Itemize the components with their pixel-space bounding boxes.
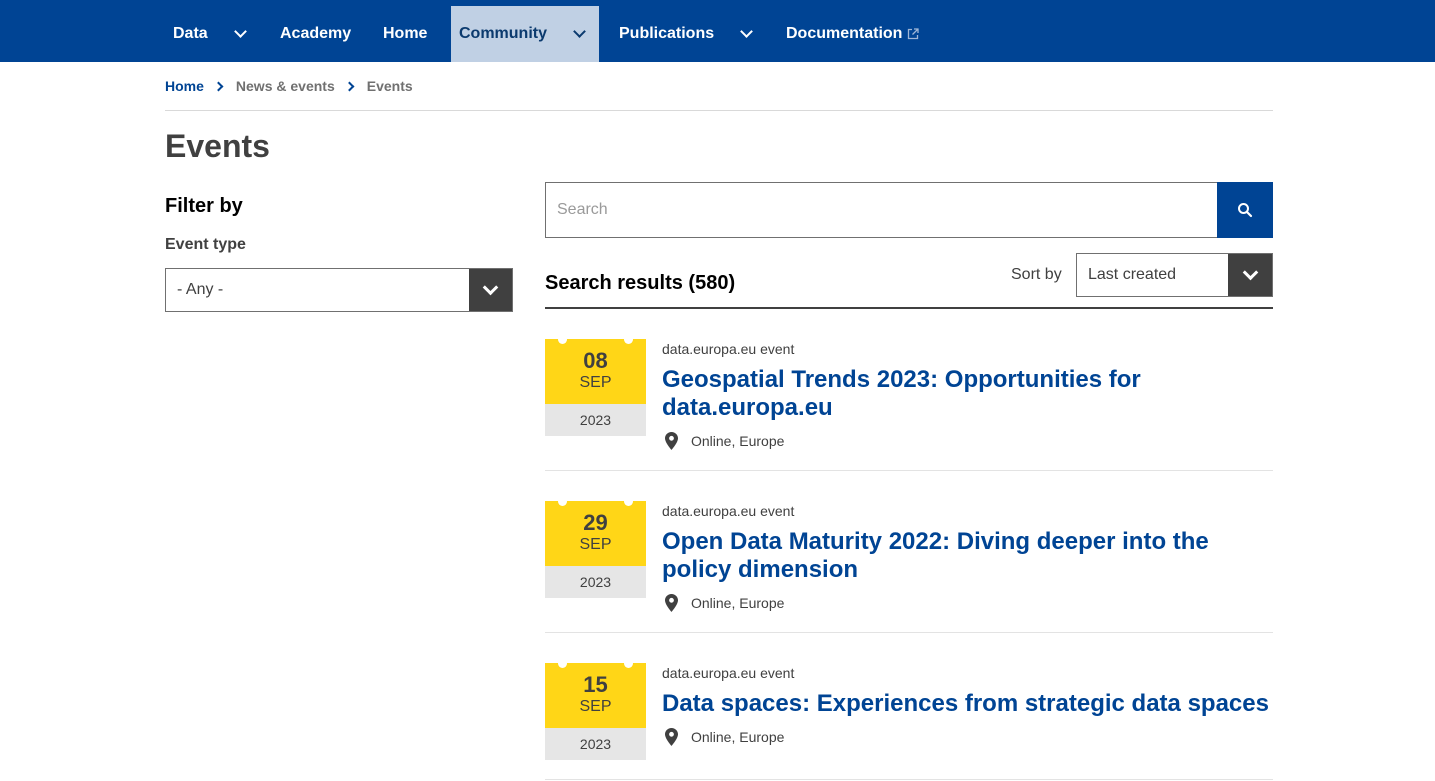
event-location: Online, Europe xyxy=(665,728,784,746)
event-type: data.europa.eu event xyxy=(662,341,795,357)
chevron-down-icon[interactable] xyxy=(573,25,586,38)
event-type: data.europa.eu event xyxy=(662,665,795,681)
nav-item-publications[interactable]: Publications xyxy=(611,6,759,62)
event-month: SEP xyxy=(579,536,612,553)
nav-item-community[interactable]: Community xyxy=(451,6,599,62)
event-location-text: Online, Europe xyxy=(691,595,785,611)
sort-label: Sort by xyxy=(1011,266,1062,283)
sort-select[interactable]: Last created xyxy=(1076,253,1273,297)
map-pin-icon xyxy=(665,594,678,612)
divider xyxy=(545,632,1273,633)
divider xyxy=(545,307,1273,309)
event-day: 08 xyxy=(583,348,608,373)
breadcrumb-home[interactable]: Home xyxy=(165,78,204,94)
chevron-down-icon[interactable] xyxy=(740,25,753,38)
nav-item-label: Academy xyxy=(280,25,352,42)
sort-value: Last created xyxy=(1088,266,1177,283)
map-pin-icon xyxy=(665,728,678,746)
filter-title: Filter by xyxy=(165,195,243,217)
event-item: 08 SEP 2023 data.europa.eu event Geospat… xyxy=(545,335,1273,471)
event-year: 2023 xyxy=(545,404,646,436)
breadcrumb: Home News & events Events xyxy=(165,78,413,94)
breadcrumb-current: Events xyxy=(366,78,413,94)
event-month: SEP xyxy=(579,698,612,715)
date-badge: 29 SEP 2023 xyxy=(545,497,646,598)
map-pin-icon xyxy=(665,432,678,450)
event-location-text: Online, Europe xyxy=(691,729,785,745)
breadcrumb-news-events[interactable]: News & events xyxy=(236,78,335,94)
search-input[interactable] xyxy=(545,182,1217,238)
external-link-icon xyxy=(908,28,920,40)
event-day: 15 xyxy=(583,672,608,697)
event-type-label: Event type xyxy=(165,236,246,253)
nav-item-documentation[interactable]: Documentation xyxy=(778,6,927,62)
chevron-down-icon xyxy=(482,279,499,295)
event-location-text: Online, Europe xyxy=(691,433,785,449)
chevron-down-icon[interactable] xyxy=(233,25,247,38)
chevron-right-icon xyxy=(344,81,355,91)
event-year: 2023 xyxy=(545,728,646,760)
page-title: Events xyxy=(165,128,270,164)
divider xyxy=(165,110,1273,111)
nav-item-data[interactable]: Data xyxy=(165,6,261,62)
search-button[interactable] xyxy=(1217,182,1273,238)
divider xyxy=(545,470,1273,471)
event-location: Online, Europe xyxy=(665,432,784,450)
event-item: 15 SEP 2023 data.europa.eu event Data sp… xyxy=(545,659,1273,781)
top-navigation: Data Academy Home Community Publications… xyxy=(0,0,1435,62)
date-badge: 15 SEP 2023 xyxy=(545,659,646,760)
nav-item-label: Publications xyxy=(619,25,715,42)
divider xyxy=(545,779,1273,780)
event-title-link[interactable]: Geospatial Trends 2023: Opportunities fo… xyxy=(662,366,1277,422)
dropdown-button[interactable] xyxy=(1228,254,1272,296)
search-icon xyxy=(1238,203,1253,218)
event-type-value: - Any - xyxy=(177,281,224,298)
nav-item-label: Data xyxy=(173,25,208,42)
event-year: 2023 xyxy=(545,566,646,598)
event-location: Online, Europe xyxy=(665,594,784,612)
event-title-link[interactable]: Open Data Maturity 2022: Diving deeper i… xyxy=(662,528,1277,584)
nav-item-home[interactable]: Home xyxy=(375,6,435,62)
dropdown-button[interactable] xyxy=(469,269,512,311)
nav-item-academy[interactable]: Academy xyxy=(272,6,359,62)
event-item: 29 SEP 2023 data.europa.eu event Open Da… xyxy=(545,497,1273,633)
nav-item-label: Home xyxy=(383,25,428,42)
chevron-down-icon xyxy=(1242,264,1258,280)
nav-item-label: Community xyxy=(459,25,547,42)
event-month: SEP xyxy=(579,374,612,391)
event-day: 29 xyxy=(583,510,608,535)
event-type: data.europa.eu event xyxy=(662,503,795,519)
chevron-right-icon xyxy=(213,81,224,91)
date-badge: 08 SEP 2023 xyxy=(545,335,646,436)
nav-item-label: Documentation xyxy=(786,25,903,42)
results-title: Search results (580) xyxy=(545,272,736,294)
event-title-link[interactable]: Data spaces: Experiences from strategic … xyxy=(662,690,1277,718)
event-type-select[interactable]: - Any - xyxy=(165,268,513,312)
